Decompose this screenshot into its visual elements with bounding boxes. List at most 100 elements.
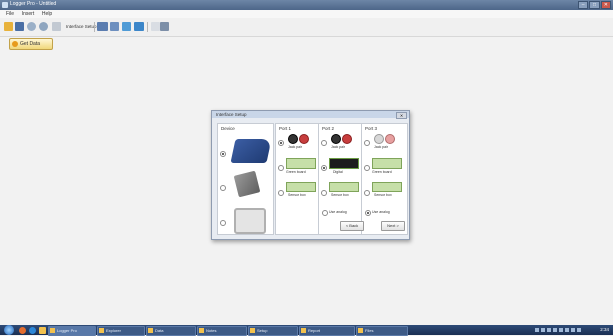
port-3-caption-3: Sensor box [374,193,392,197]
graph-icon[interactable] [97,22,108,31]
camera-icon[interactable] [160,22,169,31]
digital-connector-icon [329,158,359,169]
app-icon [301,328,306,334]
security-icon[interactable] [565,328,569,332]
dialog-close-button[interactable]: ✕ [396,112,407,119]
sensor-icon[interactable] [39,22,48,31]
menu-item-help[interactable]: Help [42,10,52,18]
title-bar: Logger Pro - Untitled – □ ✕ [0,0,613,10]
port-2-caption-2: Digital [333,170,343,174]
menu-item-file[interactable]: File [6,10,14,18]
app-icon [99,328,104,334]
toolbar-separator [147,22,148,32]
port-3-radio-3[interactable] [364,190,370,196]
get-data-button[interactable]: Get Data [9,38,53,50]
table-icon[interactable] [110,22,119,31]
update-icon[interactable] [559,328,563,332]
app-icon [250,328,255,334]
port-1-caption-2: Green board [286,170,306,174]
port-2-radio-1[interactable] [321,140,327,146]
browser-icon[interactable] [19,327,26,334]
port-3-caption-1: Jack pair [374,145,389,149]
menu-bar: File Insert Help [0,10,613,18]
start-menu-button[interactable] [4,325,14,335]
system-tray [535,328,589,332]
port-2-option-label: Use analog [329,210,347,214]
green-board-icon [286,182,316,192]
computer-interface-image[interactable] [234,208,266,234]
port-3-option-checkbox[interactable] [365,210,371,216]
port-3-label: Port 3 [365,126,378,131]
port-1-radio-3[interactable] [278,190,284,196]
close-button[interactable]: ✕ [600,1,611,9]
star-icon[interactable] [122,22,131,31]
port-2-radio-3[interactable] [321,190,327,196]
toolbar: Interface Setup [0,18,613,37]
clock[interactable]: 2:34 [600,327,609,332]
folder-icon[interactable] [39,327,46,334]
port-3-radio-2[interactable] [364,165,370,171]
tray-icon[interactable] [571,328,575,332]
red-jack-icon [342,134,352,144]
port-3-panel: Port 3 Jack pair Green board Sensor box … [361,123,408,235]
grid-icon[interactable] [134,22,144,31]
volume-icon[interactable] [541,328,545,332]
device-radio-2[interactable] [220,185,226,191]
port-3-radio-1[interactable] [364,140,370,146]
green-board-icon [372,182,402,192]
port-2-radio-2[interactable] [321,165,327,171]
app-icon [148,328,153,334]
back-button[interactable]: < Back [340,221,364,231]
device-column-label: Device [221,126,235,131]
get-data-label: Get Data [20,41,41,47]
app-icon [199,328,204,334]
black-jack-icon [331,134,341,144]
tray-icon[interactable] [577,328,581,332]
port-1-panel: Port 1 Jack pair Green board Sensor box [275,123,322,235]
app-icon [358,328,363,334]
port-2-panel: Port 2 Jack pair Digital Sensor box Use … [318,123,365,235]
interface-box-image[interactable] [233,170,261,198]
battery-icon[interactable] [547,328,551,332]
pink-jack-icon [385,134,395,144]
port-1-caption-1: Jack pair [288,145,303,149]
port-3-caption-2: Green board [372,170,392,174]
gray-jack-icon [374,134,384,144]
play-icon [12,41,18,47]
port-1-radio-1[interactable] [278,140,284,146]
menu-item-insert[interactable]: Insert [22,10,35,18]
window-controls: – □ ✕ [577,1,611,9]
port-1-caption-3: Sensor box [288,193,306,197]
port-1-radio-2[interactable] [278,165,284,171]
next-button[interactable]: Next > [381,221,405,231]
save-icon[interactable] [15,22,24,31]
port-3-option-label: Use analog [372,210,390,214]
device-radio-1[interactable] [220,151,226,157]
port-2-label: Port 2 [322,126,335,131]
interface-icon[interactable] [52,22,61,31]
app-icon [50,328,55,334]
green-board-icon [372,158,402,169]
device-panel: Device [217,123,274,235]
green-board-icon [329,182,359,192]
network-icon[interactable] [535,328,539,332]
dialog-title: Interface Setup [212,111,409,118]
port-1-label: Port 1 [279,126,292,131]
connect-icon[interactable] [27,22,36,31]
green-board-icon [286,158,316,169]
minimize-button[interactable]: – [578,1,589,9]
device-radio-3[interactable] [220,220,226,226]
taskbar: Logger Pro Explorer Data Notes Setup Rep… [0,325,613,336]
media-icon[interactable] [29,327,36,334]
toolbar-label[interactable]: Interface Setup [66,24,97,29]
blank-icon[interactable] [151,22,160,31]
app-icon [2,2,8,8]
port-2-caption-3: Sensor box [331,193,349,197]
port-2-option-checkbox[interactable] [322,210,328,216]
red-jack-icon [299,134,309,144]
window-title: Logger Pro - Untitled [10,1,57,7]
handheld-device-image[interactable] [230,139,272,163]
flag-icon[interactable] [553,328,557,332]
open-folder-icon[interactable] [4,22,13,31]
maximize-button[interactable]: □ [589,1,600,9]
